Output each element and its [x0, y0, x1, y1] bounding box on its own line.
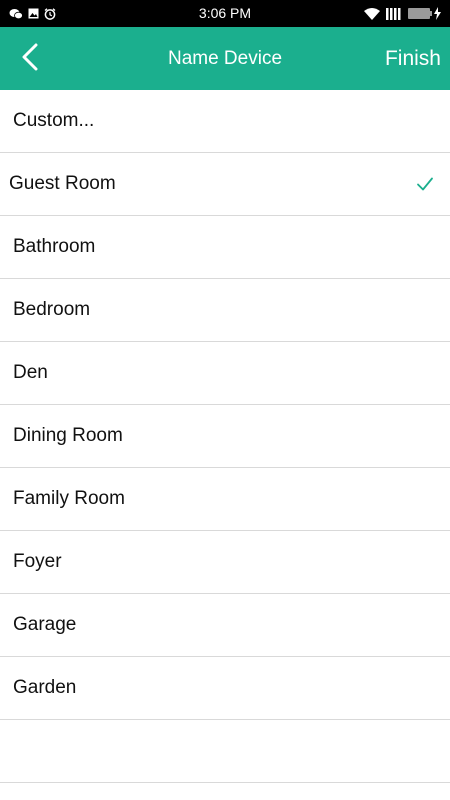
room-option-label: Guest Room [9, 173, 116, 194]
room-option-label: Foyer [13, 551, 62, 572]
room-list: Custom... Guest Room Bathroom Bedroom De… [0, 90, 450, 783]
room-option-label: Bathroom [13, 236, 96, 257]
list-item-empty [0, 720, 450, 783]
status-bar: 3:06 PM [0, 0, 450, 27]
page-title: Name Device [167, 48, 283, 69]
room-option-label: Family Room [13, 488, 125, 509]
wifi-icon [364, 7, 380, 20]
signal-icon [386, 7, 402, 20]
room-option-garden[interactable]: Garden [0, 657, 450, 720]
room-option-family-room[interactable]: Family Room [0, 468, 450, 531]
room-option-dining-room[interactable]: Dining Room [0, 405, 450, 468]
room-option-label: Custom... [13, 110, 95, 131]
room-option-foyer[interactable]: Foyer [0, 531, 450, 594]
room-option-label: Bedroom [13, 299, 91, 320]
room-option-custom[interactable]: Custom... [0, 90, 450, 153]
app-bar: Name Device Finish [0, 27, 450, 90]
checkmark-icon [416, 175, 434, 193]
room-option-bedroom[interactable]: Bedroom [0, 279, 450, 342]
room-option-garage[interactable]: Garage [0, 594, 450, 657]
room-option-label: Dining Room [13, 425, 123, 446]
room-option-guest-room[interactable]: Guest Room [0, 153, 450, 216]
room-option-bathroom[interactable]: Bathroom [0, 216, 450, 279]
room-option-label: Den [13, 362, 48, 383]
status-system-icons [364, 0, 442, 27]
battery-charging-icon [408, 7, 442, 20]
name-device-screen: 3:06 PM Name Device Finish Custom... Gue… [0, 0, 450, 800]
finish-button[interactable]: Finish [385, 27, 441, 90]
room-option-label: Garage [13, 614, 77, 635]
room-option-label: Garden [13, 677, 77, 698]
room-option-den[interactable]: Den [0, 342, 450, 405]
